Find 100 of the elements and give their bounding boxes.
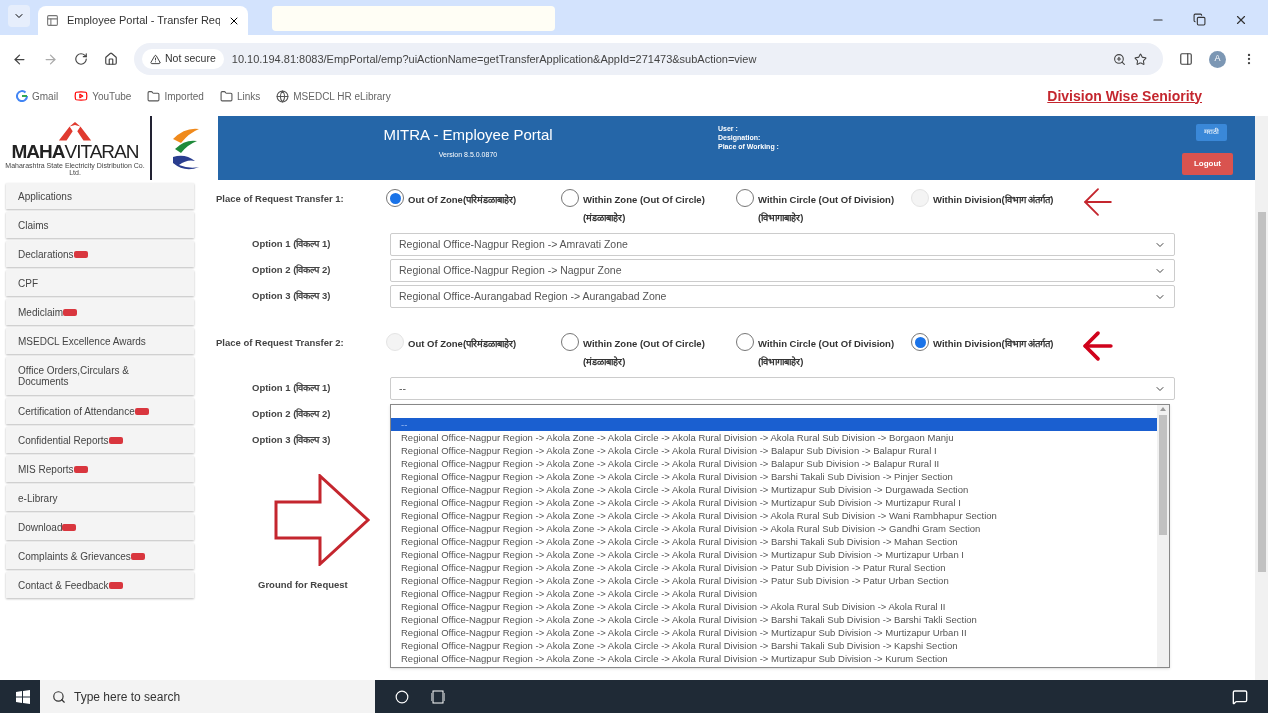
- sidebar-item[interactable]: MIS Reports: [6, 456, 194, 482]
- bookmark-link[interactable]: Imported: [164, 88, 204, 104]
- taskbar-search[interactable]: Type here to search: [40, 680, 375, 713]
- radio-button[interactable]: [911, 333, 929, 351]
- notification-icon[interactable]: [1232, 688, 1248, 705]
- dropdown-option[interactable]: Regional Office-Nagpur Region -> Akola Zone -> Akola Circle -> Akola Rural Division -> Balapur Sub Division -> Balapur Rural II: [391, 457, 1157, 470]
- dropdown-option[interactable]: Regional Office-Nagpur Region -> Akola Zone -> Akola Circle -> Akola Rural Division -> Murtizapur Sub Division -> Murtizapur Urban I: [391, 548, 1157, 561]
- option-select[interactable]: --: [390, 377, 1175, 400]
- portal-title: MITRA - Employee Portal: [383, 125, 553, 145]
- security-chip[interactable]: Not secure: [142, 49, 224, 69]
- restore-icon[interactable]: [1193, 13, 1206, 26]
- logout-button[interactable]: Logout: [1181, 152, 1233, 175]
- radio-button[interactable]: [561, 189, 579, 207]
- search-input[interactable]: Type here to search: [74, 687, 363, 706]
- transfer-label: Place of Request Transfer 1:: [216, 192, 345, 206]
- google-icon: [16, 90, 28, 102]
- radio-label: Out Of Zone(परिमंडळाबाहेर): [408, 337, 517, 351]
- reload-icon[interactable]: [74, 52, 88, 66]
- dropdown-option[interactable]: Regional Office-Nagpur Region -> Akola Zone -> Akola Circle -> Akola Rural Division -> Patur Sub Division -> Patur Rural Section: [391, 561, 1157, 574]
- dropdown-option[interactable]: Regional Office-Nagpur Region -> Akola Zone -> Akola Circle -> Akola Rural Division -> Barshi Takali Sub Division -> Pinjer Section: [391, 470, 1157, 483]
- browser-tab[interactable]: Employee Portal - Transfer Req: [38, 6, 248, 35]
- bookmark-star-icon[interactable]: [1134, 52, 1147, 66]
- arrow-right-icon: [274, 474, 370, 566]
- seniority-link[interactable]: Division Wise Seniority: [1047, 85, 1202, 107]
- bookmark-link[interactable]: MSEDCL HR eLibrary: [293, 88, 391, 104]
- sidebar-item[interactable]: Claims: [6, 212, 194, 238]
- tab-list-button[interactable]: [8, 5, 30, 27]
- sidebar-item[interactable]: Declarations: [6, 241, 194, 267]
- side-panel-icon[interactable]: [1179, 52, 1193, 66]
- task-view-icon[interactable]: [431, 689, 445, 704]
- radio-label: Within Division(विभाग अंतर्गत): [933, 193, 1054, 207]
- radio-label: Within Zone (Out Of Circle) (मंडळाबाहेर): [583, 193, 706, 225]
- sidebar-item[interactable]: Download: [6, 514, 194, 540]
- sidebar-item[interactable]: Contact & Feedback: [6, 572, 194, 598]
- dropdown-option[interactable]: Regional Office-Nagpur Region -> Akola Zone -> Akola Circle -> Akola Rural Division -> Akola Rural Sub Division -> Borgaon Manju: [391, 431, 1157, 444]
- tab-title: Employee Portal - Transfer Req: [67, 13, 220, 29]
- dropdown-option[interactable]: Regional Office-Nagpur Region -> Akola Zone -> Akola Circle -> Akola Rural Division -> Murtizapur Sub Division -> Murtizapur Rural I: [391, 496, 1157, 509]
- radio-label: Within Zone (Out Of Circle) (मंडळाबाहेर): [583, 337, 706, 369]
- warning-icon: [150, 53, 161, 65]
- option-label: Option 2 (विकल्प 2): [251, 263, 332, 278]
- sidebar-item[interactable]: Confidential Reports: [6, 427, 194, 453]
- folder-icon: [219, 89, 233, 103]
- option-label: Option 1 (विकल्प 1): [251, 237, 332, 252]
- page-scrollbar[interactable]: [1255, 116, 1268, 680]
- dropdown-option[interactable]: Regional Office-Nagpur Region -> Akola Zone -> Akola Circle -> Akola Rural Division -> Murtizapur Sub Division -> Durgawada Section: [391, 483, 1157, 496]
- back-icon[interactable]: [12, 51, 27, 67]
- radio-button[interactable]: [386, 189, 404, 207]
- search-icon: [52, 689, 66, 704]
- dropdown-option[interactable]: Regional Office-Nagpur Region -> Akola Zone -> Akola Circle -> Akola Rural Division -> Akola Rural Sub Division -> Gandhi Gram Section: [391, 522, 1157, 535]
- option-label: Option 2 (विकल्प 2): [251, 407, 332, 422]
- sidebar-item[interactable]: Applications: [6, 183, 194, 209]
- select-value: Regional Office-Aurangabad Region -> Aurangabad Zone: [399, 288, 667, 304]
- sidebar-item[interactable]: e-Library: [6, 485, 194, 511]
- home-icon[interactable]: [104, 52, 118, 66]
- dropdown-option[interactable]: Regional Office-Nagpur Region -> Akola Zone -> Akola Circle -> Akola Rural Division -> Barshi Takali Sub Division -> Barshi Takli Section: [391, 613, 1157, 626]
- dropdown-option[interactable]: Regional Office-Nagpur Region -> Akola Zone -> Akola Circle -> Akola Rural Division -> Barshi Takali Sub Division -> Kapshi Section: [391, 639, 1157, 652]
- option-label: Option 1 (विकल्प 1): [251, 381, 332, 396]
- sidebar-item[interactable]: Certification of Attendance: [6, 398, 194, 424]
- dropdown-option[interactable]: Regional Office-Nagpur Region -> Akola Zone -> Akola Circle -> Akola Rural Division -> Murtizapur Sub Division -> Kurum Section: [391, 652, 1157, 665]
- transfer-label: Place of Request Transfer 2:: [216, 336, 345, 350]
- radio-button[interactable]: [561, 333, 579, 351]
- logo-text: MAHAVITARAN: [11, 142, 139, 162]
- play-icon: [74, 89, 89, 103]
- dropdown-option[interactable]: Regional Office-Nagpur Region -> Akola Zone -> Akola Circle -> Akola Rural Division -> Akola Rural Sub Division -> Akola Rural II: [391, 600, 1157, 613]
- select-value: --: [399, 380, 406, 396]
- page-icon: [46, 14, 59, 27]
- radio-label: Within Division(विभाग अंतर्गत): [933, 337, 1054, 351]
- sidebar-item[interactable]: MSEDCL Excellence Awards: [6, 328, 194, 354]
- dropdown-option[interactable]: Regional Office-Nagpur Region -> Akola Zone -> Akola Circle -> Akola Rural Division -> Akola Rural Sub Division -> Wani Rambhapur Section: [391, 509, 1157, 522]
- bookmark-link[interactable]: Gmail: [32, 88, 59, 104]
- windows-icon[interactable]: [16, 689, 30, 704]
- sidebar-item[interactable]: CPF: [6, 270, 194, 296]
- ground-label: Ground for Request: [258, 578, 348, 592]
- option-label: Option 3 (विकल्प 3): [251, 289, 332, 304]
- radio-label: Out Of Zone(परिमंडळाबाहेर): [408, 193, 517, 207]
- zoom-icon[interactable]: [1113, 52, 1126, 66]
- radio-button[interactable]: [736, 333, 754, 351]
- option-select[interactable]: Regional Office-Nagpur Region -> Nagpur Zone: [390, 259, 1175, 282]
- bookmark-link[interactable]: Links: [236, 88, 261, 104]
- bookmark-link[interactable]: YouTube: [92, 88, 132, 104]
- dropdown-option[interactable]: Regional Office-Nagpur Region -> Akola Zone -> Akola Circle -> Akola Rural Division: [391, 587, 1157, 600]
- radio-label: Within Circle (Out Of Division)(विभागाबाहेर): [758, 193, 896, 225]
- sidebar-item[interactable]: Mediclaim: [6, 299, 194, 325]
- dropdown-option[interactable]: Regional Office-Nagpur Region -> Akola Zone -> Akola Circle -> Akola Rural Division -> Balapur Sub Division -> Balapur Rural I: [391, 444, 1157, 457]
- sidebar-item[interactable]: Office Orders,Circulars & Documents: [6, 357, 194, 395]
- radio-label: Within Circle (Out Of Division)(विभागाबाहेर): [758, 337, 896, 369]
- option-label: Option 3 (विकल्प 3): [251, 433, 332, 448]
- radio-button[interactable]: [736, 189, 754, 207]
- option-select[interactable]: Regional Office-Aurangabad Region -> Aurangabad Zone: [390, 285, 1175, 308]
- select-value: Regional Office-Nagpur Region -> Nagpur Zone: [399, 262, 622, 278]
- close-icon[interactable]: [1234, 13, 1248, 27]
- select-value: Regional Office-Nagpur Region -> Amravati Zone: [399, 236, 628, 252]
- url-text: 10.10.194.81:8083/EmpPortal/emp?uiActionName=getTransferApplication&AppId=271473&subAction=view: [231, 51, 758, 67]
- list-scrollbar[interactable]: [1157, 405, 1169, 667]
- address-bar[interactable]: Not secure 10.10.194.81:8083/EmpPortal/emp?uiActionName=getTransferApplication&AppId=271473&subAction=view: [134, 43, 1163, 75]
- sidebar-item[interactable]: Complaints & Grievances: [6, 543, 194, 569]
- option-select[interactable]: Regional Office-Nagpur Region -> Amravati Zone: [390, 233, 1175, 256]
- dropdown-option[interactable]: Regional Office-Nagpur Region -> Akola Zone -> Akola Circle -> Akola Rural Division -> Barshi Takali Sub Division -> Mahan Section: [391, 535, 1157, 548]
- dropdown-option[interactable]: Regional Office-Nagpur Region -> Akola Zone -> Akola Circle -> Akola Rural Division -> Murtizapur Sub Division -> Murtizapur Urban II: [391, 626, 1157, 639]
- dropdown-option[interactable]: Regional Office-Nagpur Region -> Akola Zone -> Akola Circle -> Akola Rural Division -> Patur Sub Division -> Patur Urban Section: [391, 574, 1157, 587]
